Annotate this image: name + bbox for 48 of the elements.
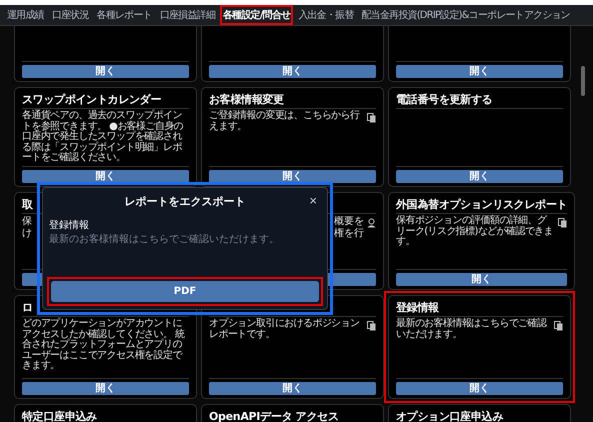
card-title: スワップポイントカレンダー	[22, 92, 162, 107]
tab[interactable]: 配当金再投資(DRIP設定)&コーポレートアクション	[358, 5, 573, 25]
open-button[interactable]: 開く	[396, 170, 563, 183]
card-title: ロ	[22, 300, 33, 315]
card-title: 取	[22, 197, 33, 212]
open-button[interactable]: 開く	[22, 170, 189, 183]
card-title: お客様情報変更	[209, 92, 284, 107]
open-button[interactable]: 開く	[22, 65, 189, 78]
copy-icon[interactable]	[367, 113, 376, 123]
scrollbar-thumb[interactable]	[581, 66, 585, 96]
card-title: OpenAPIデータ アクセス	[209, 409, 339, 422]
section-description: 最新のお客様情報はこちらでご確認いただけます。	[48, 232, 280, 246]
user-icon[interactable]	[367, 218, 376, 228]
card-description: 権を行	[334, 228, 364, 240]
close-button[interactable]: ×	[309, 193, 317, 209]
dialog-title: レポートをエクスポート	[124, 194, 246, 208]
card-description: ご登録情報の変更は、こちらから行えます。	[209, 111, 361, 134]
card-description: 概要を	[334, 216, 364, 228]
pdf-button[interactable]: PDF	[51, 281, 319, 302]
tab[interactable]: 運用成績	[4, 5, 47, 25]
open-button[interactable]: 開く	[209, 382, 376, 395]
card-description: け	[22, 228, 32, 240]
open-button[interactable]: 開く	[396, 65, 563, 78]
card-title: 登録情報	[396, 300, 439, 315]
tab[interactable]: 各種レポート	[94, 5, 155, 25]
card-title: 特定口座申込み	[22, 409, 97, 422]
tab[interactable]: 各種設定/問合せ	[220, 5, 294, 25]
tab[interactable]: 口座状況	[48, 5, 92, 25]
open-button[interactable]: 開く	[396, 273, 568, 286]
tab[interactable]: 口座損益詳細	[156, 5, 218, 25]
card-description: 最新のお客様情報はこちらでご確認いただけます。	[396, 319, 548, 342]
card-description: どのアプリケーションがアカウントにアクセスしたか確認してください。 統合されたプラットフォームとアプリのユーザーはここでアクセス権を設定できます。	[22, 319, 186, 373]
tab[interactable]: 入出金・振替	[295, 5, 356, 25]
copy-icon[interactable]	[554, 321, 563, 331]
open-button[interactable]: 開く	[209, 65, 376, 78]
open-button[interactable]: 開く	[396, 382, 563, 395]
copy-icon[interactable]	[367, 321, 376, 331]
card-description: 保有ポジションの評価額の詳細、グリーク(リスク指標)などが確認できます。	[396, 216, 554, 249]
open-button[interactable]: 開く	[22, 382, 189, 395]
copy-icon[interactable]	[558, 218, 568, 228]
card-title: オプション口座申込み	[396, 409, 504, 422]
open-button[interactable]: 開く	[209, 170, 376, 183]
card-title: 外国為替オプションリスクレポート	[396, 197, 568, 212]
section-title: 登録情報	[48, 218, 90, 232]
card-title: 電話番号を更新する	[396, 92, 492, 107]
card-description: 保	[22, 216, 32, 228]
card-description: 各通貨ペアの、過去のスワップポイントを参照できます。 ●お客様ご自身の口座内で発生したスワップを確認される際は「スワップポイント明細」レポートをご確認ください。	[22, 111, 184, 165]
card-description: オプション取引におけるポジションレポートです。	[209, 319, 360, 342]
